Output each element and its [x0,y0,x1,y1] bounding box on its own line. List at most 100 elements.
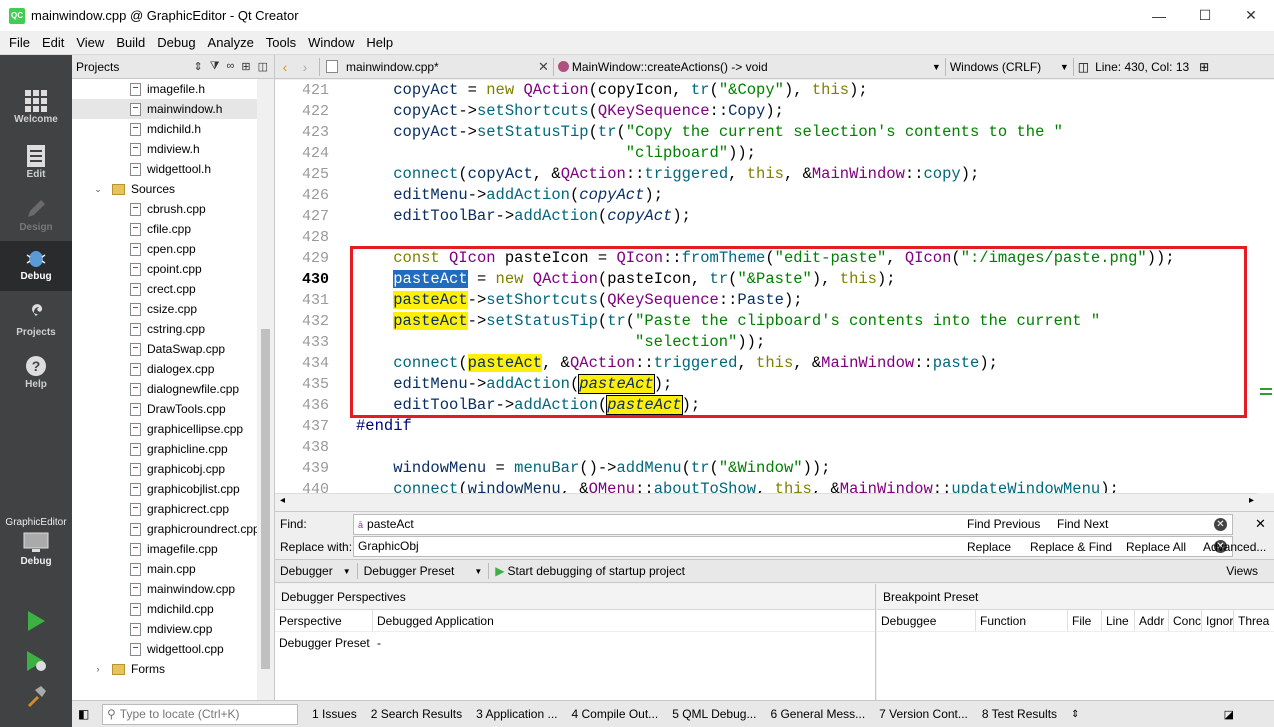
encoding-dropdown[interactable]: Windows (CRLF) [950,60,1060,74]
replace-all-button[interactable]: Replace All [1126,540,1186,554]
locator-input[interactable]: ⚲ Type to locate (Ctrl+K) [102,703,298,725]
column-threads[interactable]: Threa [1234,610,1272,631]
tree-item-file[interactable]: graphicellipse.cpp [72,419,258,439]
dropdown-arrow-icon[interactable]: ▼ [474,567,482,576]
close-find-icon[interactable]: ✕ [1255,516,1266,532]
progress-toggle-icon[interactable]: ◪ [1224,708,1234,721]
tree-item-file[interactable]: graphicroundrect.cpp [72,519,258,539]
maximize-button[interactable]: ☐ [1182,0,1228,31]
menu-window[interactable]: Window [302,31,360,55]
tree-item-file[interactable]: imagefile.cpp [72,539,258,559]
menu-build[interactable]: Build [110,31,151,55]
close-button[interactable]: ✕ [1228,0,1274,31]
column-line[interactable]: Line [1102,610,1135,631]
debugger-dropdown[interactable]: Debugger [280,564,333,578]
tree-item-file[interactable]: main.cpp [72,559,258,579]
tree-item-file[interactable]: csize.cpp [72,299,258,319]
tree-item-file[interactable]: cpoint.cpp [72,259,258,279]
menu-edit[interactable]: Edit [36,31,70,55]
tree-item-file[interactable]: graphicobj.cpp [72,459,258,479]
debugger-preset-dropdown[interactable]: Debugger Preset [364,564,455,578]
link-icon[interactable]: ∞ [227,60,235,73]
find-previous-button[interactable]: Find Previous [967,517,1040,531]
tree-item-file[interactable]: widgettool.cpp [72,639,258,659]
clear-find-icon[interactable]: ✕ [1214,518,1227,531]
tree-item-file[interactable]: widgettool.h [72,159,258,179]
tree-item-file[interactable]: graphicobjlist.cpp [72,479,258,499]
minimize-button[interactable]: — [1136,0,1182,31]
column-ignore[interactable]: Ignor [1202,610,1234,631]
more-tabs-icon[interactable]: ⇕ [1071,709,1079,720]
projects-panel-title[interactable]: Projects [76,60,119,74]
editor-scrollbar[interactable] [1257,80,1274,493]
views-button[interactable]: Views [1226,564,1258,578]
output-tab-search-results[interactable]: 2 Search Results [371,707,462,721]
tree-item-file[interactable]: mdichild.cpp [72,599,258,619]
symbol-dropdown[interactable]: MainWindow::createActions() -> void [572,60,932,74]
output-tab-general-messages[interactable]: 6 General Mess... [770,707,865,721]
mode-projects[interactable]: Projects [0,303,72,338]
scrollbar-thumb[interactable] [261,329,270,669]
chevron-updown-icon[interactable]: ⇕ [194,60,203,73]
toggle-sidebar-icon[interactable]: ◧ [78,707,89,721]
split-editor-icon[interactable]: ⊞ [1199,60,1209,74]
column-function[interactable]: Function [976,610,1068,631]
open-file-dropdown[interactable]: mainwindow.cpp* [346,60,538,74]
column-debuggee[interactable]: Debuggee [877,610,976,631]
output-tab-compile-output[interactable]: 4 Compile Out... [571,707,658,721]
projects-scrollbar[interactable] [257,79,274,700]
tree-item-file[interactable]: dialognewfile.cpp [72,379,258,399]
back-arrow-icon[interactable]: ‹ [275,59,295,75]
tree-item-file[interactable]: mdiview.h [72,139,258,159]
dropdown-arrow-icon[interactable]: ▼ [343,567,351,576]
close-panel-icon[interactable]: ◫ [258,60,268,73]
mode-edit[interactable]: Edit [0,145,72,180]
tree-item-file[interactable]: cfile.cpp [72,219,258,239]
close-file-icon[interactable]: ✕ [538,59,549,75]
replace-find-button[interactable]: Replace & Find [1030,540,1112,554]
mode-design[interactable]: Design [0,198,72,233]
tree-item-file[interactable]: cpen.cpp [72,239,258,259]
mode-debug[interactable]: Debug [0,241,72,291]
tree-item-file[interactable]: imagefile.h [72,79,258,99]
find-next-button[interactable]: Find Next [1057,517,1108,531]
replace-button[interactable]: Replace [967,540,1011,554]
start-debugging-icon[interactable]: ▶ [495,564,504,578]
mode-help[interactable]: ? Help [0,355,72,390]
table-row[interactable]: Debugger Preset - [275,632,875,654]
chevron-down-icon[interactable]: ⌄ [90,184,106,195]
tree-item-file[interactable]: DataSwap.cpp [72,339,258,359]
split-icon[interactable]: ⊞ [241,60,250,73]
scroll-right-icon[interactable]: ▸ [1249,495,1254,506]
tree-item-file[interactable]: dialogex.cpp [72,359,258,379]
tree-item-file[interactable]: cbrush.cpp [72,199,258,219]
menu-file[interactable]: File [3,31,36,55]
filter-icon[interactable]: ⧩ [210,60,220,73]
column-file[interactable]: File [1068,610,1102,631]
output-tab-test-results[interactable]: 8 Test Results [982,707,1057,721]
advanced-button[interactable]: Advanced... [1203,540,1266,554]
chevron-right-icon[interactable]: › [90,664,106,674]
menu-tools[interactable]: Tools [260,31,302,55]
tree-item-file[interactable]: mainwindow.cpp [72,579,258,599]
column-address[interactable]: Addr [1135,610,1169,631]
mode-welcome[interactable]: Welcome [0,90,72,125]
tree-item-file[interactable]: DrawTools.cpp [72,399,258,419]
split-view-icon[interactable]: ◫ [1078,60,1089,74]
scroll-left-icon[interactable]: ◂ [280,495,285,506]
tree-item-file[interactable]: cstring.cpp [72,319,258,339]
build-button[interactable] [0,685,72,709]
editor-horizontal-scrollbar[interactable]: ◂ ▸ [275,493,1257,510]
tree-item-file[interactable]: mdiview.cpp [72,619,258,639]
output-tab-application-output[interactable]: 3 Application ... [476,707,557,721]
column-debugged-application[interactable]: Debugged Application [373,610,853,631]
tree-item-file[interactable]: mdichild.h [72,119,258,139]
menu-view[interactable]: View [70,31,110,55]
debug-run-button[interactable] [0,650,72,674]
tree-item-file[interactable]: crect.cpp [72,279,258,299]
forward-arrow-icon[interactable]: › [295,59,315,75]
output-tab-issues[interactable]: 1 Issues [312,707,357,721]
run-button[interactable] [0,610,72,634]
menu-analyze[interactable]: Analyze [202,31,260,55]
menu-help[interactable]: Help [360,31,399,55]
